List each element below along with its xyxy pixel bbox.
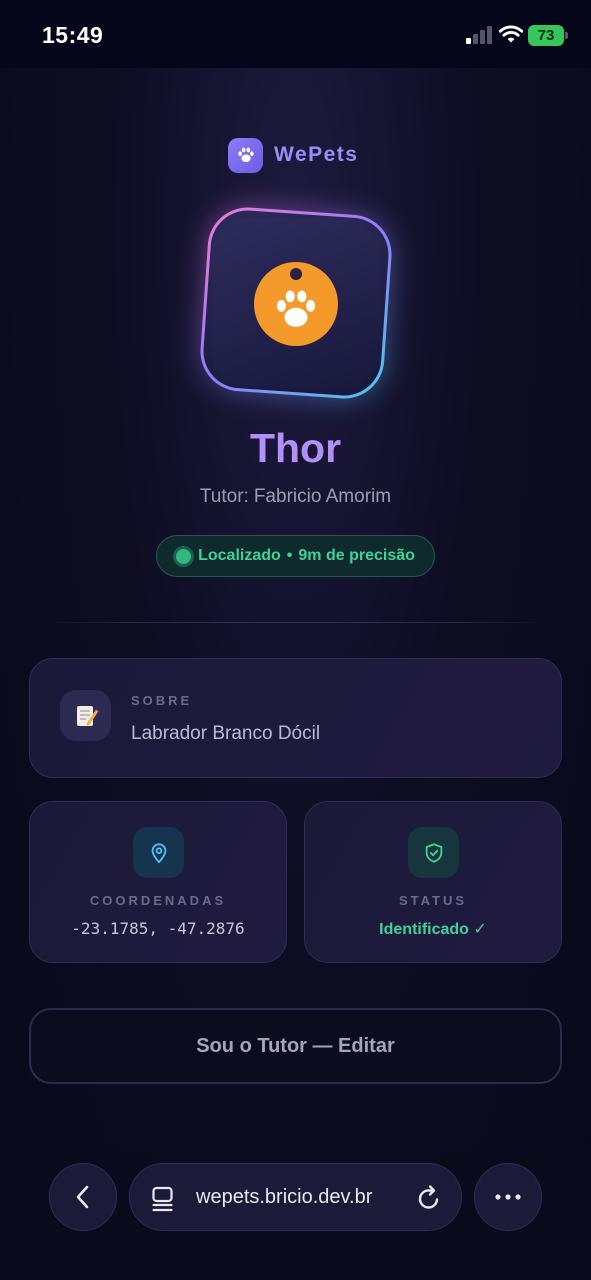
- map-pin-icon: [133, 827, 184, 878]
- back-button[interactable]: [49, 1163, 117, 1231]
- page-menu-icon: [152, 1186, 173, 1212]
- location-separator: •: [286, 547, 293, 564]
- battery-indicator: 73: [528, 25, 568, 46]
- coordinates-card: COORDENADAS -23.1785, -47.2876: [29, 801, 287, 963]
- reload-icon[interactable]: [416, 1184, 442, 1212]
- tutor-label: Tutor:: [199, 486, 249, 507]
- shield-check-icon: [408, 827, 459, 878]
- wifi-icon: [499, 25, 523, 43]
- pet-name: Thor: [249, 425, 342, 471]
- cellular-signal-icon: [466, 26, 492, 44]
- ellipsis-icon: [495, 1194, 521, 1200]
- location-precision: 9m de precisão: [298, 547, 415, 564]
- clock: 15:49: [42, 22, 104, 48]
- coordinates-label: COORDENADAS: [89, 893, 227, 908]
- brand: WePets: [228, 137, 358, 173]
- status-card: STATUS Identificado ✓: [304, 801, 562, 963]
- memo-icon: [60, 690, 111, 741]
- location-status-badge: Localizado • 9m de precisão: [156, 535, 435, 577]
- pet-avatar: [197, 204, 395, 402]
- about-card: SOBRE Labrador Branco Dócil: [29, 658, 562, 778]
- tutor-line: Tutor: Fabricio Amorim: [0, 486, 591, 508]
- address-url: wepets.bricio.dev.br: [196, 1186, 373, 1208]
- status-bar: 15:49 73: [0, 0, 591, 68]
- status-value: Identificado ✓: [379, 921, 487, 938]
- address-bar[interactable]: wepets.bricio.dev.br: [129, 1163, 462, 1231]
- more-options-button[interactable]: [474, 1163, 542, 1231]
- location-status: Localizado: [198, 547, 281, 564]
- divider: [44, 622, 546, 623]
- coordinates-value: -23.1785, -47.2876: [71, 919, 245, 938]
- about-label: SOBRE: [131, 693, 193, 708]
- chevron-left-icon: [76, 1185, 89, 1209]
- location-dot-icon: [176, 548, 192, 564]
- status-label: STATUS: [398, 893, 468, 908]
- pet-tag-paw-icon: [254, 262, 338, 346]
- about-text: Labrador Branco Dócil: [131, 723, 321, 744]
- edit-as-tutor-button[interactable]: Sou o Tutor — Editar: [29, 1008, 562, 1084]
- brand-name: WePets: [274, 143, 359, 166]
- tutor-name: Fabricio Amorim: [253, 486, 392, 507]
- paw-icon: [228, 137, 263, 173]
